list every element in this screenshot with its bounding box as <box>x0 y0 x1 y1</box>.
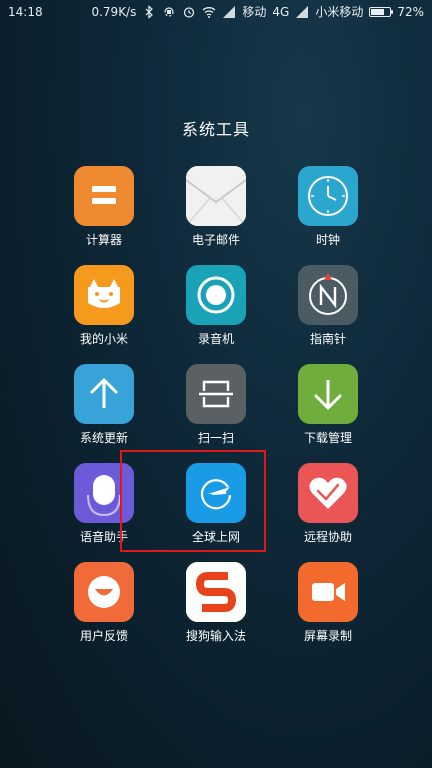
network-speed: 0.79K/s <box>91 5 137 19</box>
bluetooth-icon <box>145 5 154 19</box>
carrier-1: 移动 <box>242 5 267 19</box>
app-label: 电子邮件 <box>191 233 240 247</box>
app-label: 全球上网 <box>191 530 240 544</box>
app-label: 时钟 <box>315 233 340 247</box>
sogou-s-icon[interactable] <box>186 562 246 622</box>
airplane-globe-icon[interactable] <box>186 463 246 523</box>
scan-icon[interactable] <box>186 364 246 424</box>
battery-fill <box>371 9 385 15</box>
status-indicators: 0.79K/s 移动 4G 小米移动 72% <box>91 4 424 20</box>
status-bar: 14:18 0.79K/s 移动 4G 小米移动 72% <box>0 0 432 24</box>
video-camera-icon[interactable] <box>298 562 358 622</box>
app-scan[interactable]: 扫一扫 <box>160 364 272 463</box>
app-label: 屏幕录制 <box>303 629 352 643</box>
battery-percent: 72% <box>397 5 424 19</box>
app-label: 录音机 <box>197 332 234 346</box>
record-icon[interactable] <box>186 265 246 325</box>
app-remote-assist[interactable]: 远程协助 <box>272 463 384 562</box>
clock-icon[interactable] <box>298 166 358 226</box>
app-email[interactable]: 电子邮件 <box>160 166 272 265</box>
compass-icon[interactable] <box>298 265 358 325</box>
app-system-update[interactable]: 系统更新 <box>48 364 160 463</box>
app-user-feedback[interactable]: 用户反馈 <box>48 562 160 661</box>
app-label: 远程协助 <box>303 530 352 544</box>
signal-icon-2 <box>296 6 309 18</box>
heart-icon[interactable] <box>298 463 358 523</box>
app-label: 搜狗输入法 <box>185 629 246 643</box>
app-label: 用户反馈 <box>79 629 128 643</box>
wifi-icon <box>202 7 216 18</box>
app-label: 计算器 <box>85 233 122 247</box>
app-label: 系统更新 <box>79 431 128 445</box>
app-clock[interactable]: 时钟 <box>272 166 384 265</box>
signal-icon-1 <box>223 6 236 18</box>
microphone-icon[interactable] <box>74 463 134 523</box>
battery-icon <box>369 7 394 17</box>
rotation-lock-icon <box>164 7 174 17</box>
app-label: 语音助手 <box>79 530 128 544</box>
smiley-icon[interactable] <box>74 562 134 622</box>
app-grid: 计算器 电子邮件 时钟 我的小米 录音机 指南针 系统更新 扫一扫 下载管理 语… <box>48 166 384 661</box>
alarm-icon <box>184 7 195 18</box>
app-global-internet[interactable]: 全球上网 <box>160 463 272 562</box>
arrow-up-icon[interactable] <box>74 364 134 424</box>
mi-bunny-icon[interactable] <box>74 265 134 325</box>
app-screen-recorder[interactable]: 屏幕录制 <box>272 562 384 661</box>
app-label: 我的小米 <box>79 332 128 346</box>
app-calculator[interactable]: 计算器 <box>48 166 160 265</box>
app-label: 下载管理 <box>303 431 352 445</box>
folder-title: 系统工具 <box>181 120 250 139</box>
arrow-down-icon[interactable] <box>298 364 358 424</box>
app-compass[interactable]: 指南针 <box>272 265 384 364</box>
carrier-2: 小米移动 <box>315 5 364 19</box>
status-time: 14:18 <box>8 5 43 19</box>
app-label: 指南针 <box>309 332 346 346</box>
app-label: 扫一扫 <box>197 431 234 445</box>
app-recorder[interactable]: 录音机 <box>160 265 272 364</box>
app-voice-assistant[interactable]: 语音助手 <box>48 463 160 562</box>
app-download-manager[interactable]: 下载管理 <box>272 364 384 463</box>
app-my-xiaomi[interactable]: 我的小米 <box>48 265 160 364</box>
envelope-icon[interactable] <box>186 166 246 226</box>
network-type: 4G <box>272 5 290 19</box>
app-sogou-input[interactable]: 搜狗输入法 <box>160 562 272 661</box>
calculator-icon[interactable] <box>74 166 134 226</box>
